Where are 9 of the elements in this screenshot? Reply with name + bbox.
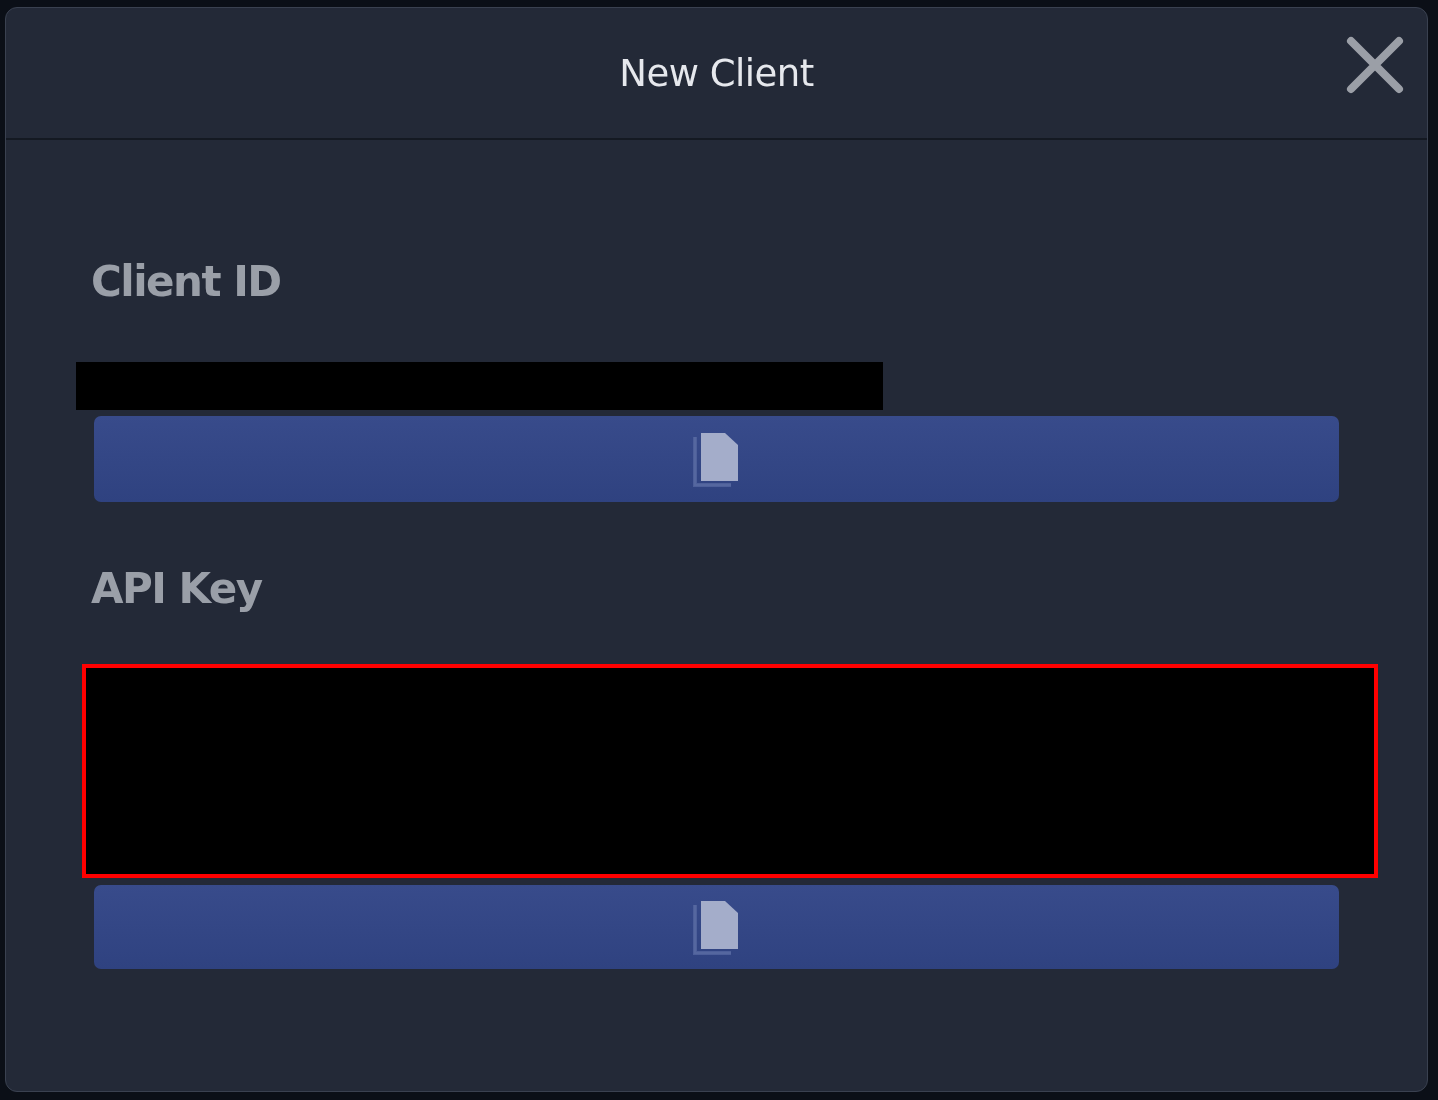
copy-button[interactable] xyxy=(94,885,1339,969)
copy-icon xyxy=(693,899,740,955)
field-label: API Key xyxy=(91,563,264,615)
close-button[interactable] xyxy=(1344,34,1406,96)
copy-button[interactable] xyxy=(94,416,1339,502)
close-icon xyxy=(1345,35,1405,95)
copy-icon xyxy=(693,431,740,487)
field-label: Client ID xyxy=(91,256,282,308)
dialog-title: New Client xyxy=(619,51,814,95)
